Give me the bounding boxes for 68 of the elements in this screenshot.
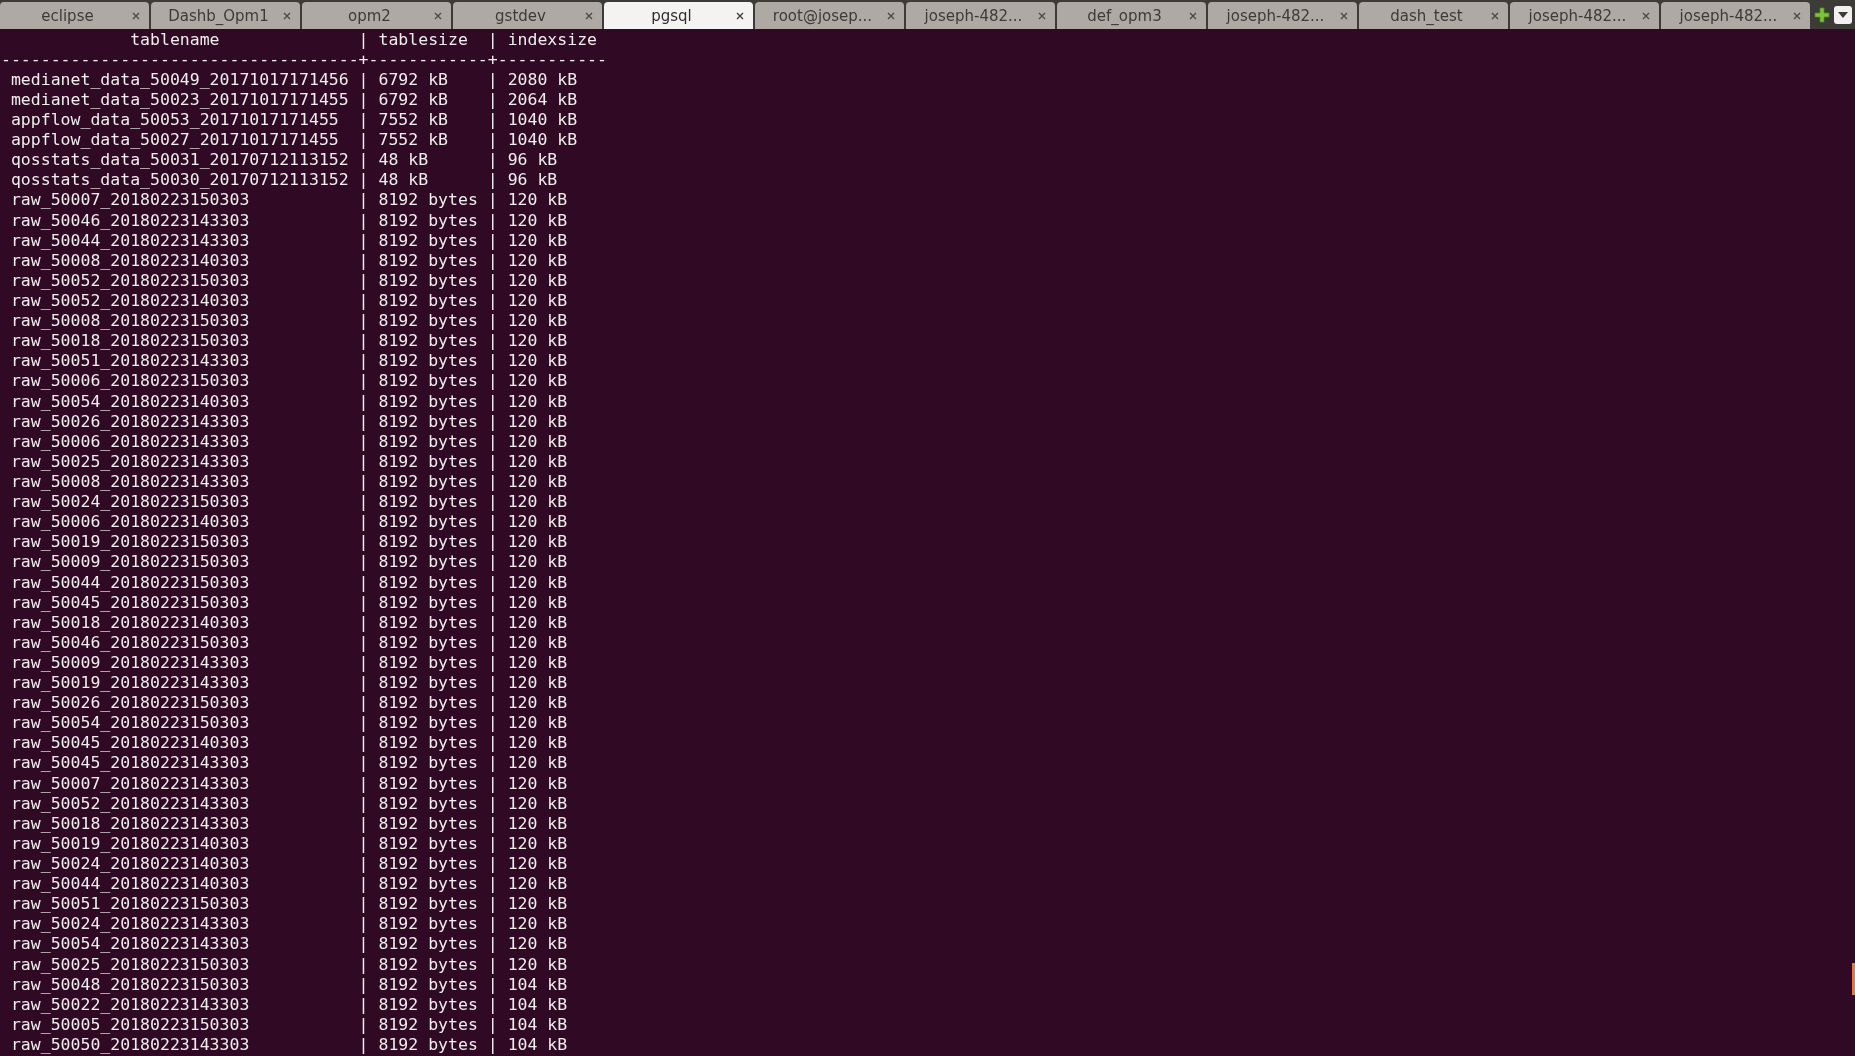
terminal-line: raw_50045_20180223143303 | 8192 bytes | 120 kB: [9, 754, 568, 772]
scroll-marker: [1852, 963, 1855, 995]
terminal-line: raw_50025_20180223143303 | 8192 bytes | 120 kB: [9, 452, 568, 470]
terminal-line: raw_50008_20180223140303 | 8192 bytes | 120 kB: [9, 251, 568, 269]
terminal-line: medianet_data_50023_20171017171455 | 6792 kB | 2064 kB: [9, 90, 578, 108]
terminal-tab[interactable]: joseph-482...: [1661, 2, 1810, 29]
close-icon[interactable]: [736, 12, 744, 20]
terminal-line: raw_50025_20180223150303 | 8192 bytes | 120 kB: [9, 955, 568, 973]
terminal-tab[interactable]: def_opm3: [1057, 2, 1206, 29]
terminal-line: raw_50024_20180223150303 | 8192 bytes | 120 kB: [9, 493, 568, 511]
terminal-line: raw_50050_20180223143303 | 8192 bytes | 104 kB: [9, 1036, 568, 1053]
terminal-line: raw_50008_20180223150303 | 8192 bytes | 120 kB: [9, 312, 568, 330]
terminal-line: raw_50018_20180223150303 | 8192 bytes | 120 kB: [9, 332, 568, 350]
terminal-tab[interactable]: eclipse: [0, 2, 149, 29]
terminal-line: raw_50044_20180223143303 | 8192 bytes | 120 kB: [9, 231, 568, 249]
terminal-line: medianet_data_50049_20171017171456 | 6792 kB | 2080 kB: [9, 70, 578, 88]
terminal-line: raw_50044_20180223150303 | 8192 bytes | 120 kB: [9, 573, 568, 591]
terminal-line: appflow_data_50053_20171017171455 | 7552 kB | 1040 kB: [9, 111, 578, 128]
terminal-line: raw_50051_20180223150303 | 8192 bytes | 120 kB: [9, 895, 568, 913]
terminal-line: raw_50019_20180223150303 | 8192 bytes | 120 kB: [9, 533, 568, 551]
terminal-line: raw_50006_20180223143303 | 8192 bytes | 120 kB: [9, 432, 568, 450]
terminal-line: raw_50009_20180223150303 | 8192 bytes | 120 kB: [9, 553, 568, 571]
terminal-line: raw_50052_20180223150303 | 8192 bytes | 120 kB: [9, 271, 568, 289]
terminal-line: raw_50018_20180223143303 | 8192 bytes | 120 kB: [9, 814, 568, 832]
terminal-line: raw_50022_20180223143303 | 8192 bytes | 104 kB: [9, 995, 568, 1013]
terminal-line: raw_50005_20180223150303 | 8192 bytes | 104 kB: [9, 1015, 568, 1033]
terminal-line: tablename | tablesize | indexsize: [129, 30, 598, 48]
terminal-line: raw_50007_20180223150303 | 8192 bytes | 120 kB: [9, 191, 568, 209]
terminal-line: raw_50045_20180223140303 | 8192 bytes | 120 kB: [9, 734, 568, 752]
terminal-line: ------------------------------------+------------+-----------: [1, 50, 607, 68]
terminal-line: raw_50026_20180223143303 | 8192 bytes | 120 kB: [9, 412, 568, 430]
terminal-tab[interactable]: joseph-482...: [1208, 2, 1357, 29]
terminal-tab[interactable]: root@josep...: [755, 2, 904, 29]
terminal-line: raw_50007_20180223143303 | 8192 bytes | 120 kB: [9, 774, 568, 792]
terminal-line: raw_50045_20180223150303 | 8192 bytes | 120 kB: [9, 593, 568, 611]
terminal-line: raw_50044_20180223140303 | 8192 bytes | 120 kB: [9, 875, 568, 893]
terminal-line: raw_50054_20180223150303 | 8192 bytes | 120 kB: [9, 714, 568, 732]
terminal-line: appflow_data_50027_20171017171455 | 7552 kB | 1040 kB: [9, 131, 578, 149]
terminal-line: raw_50046_20180223150303 | 8192 bytes | 120 kB: [9, 633, 568, 651]
terminal-tab[interactable]: opm2: [302, 2, 451, 29]
terminal-line: raw_50024_20180223143303 | 8192 bytes | 120 kB: [9, 915, 568, 933]
terminal-tab[interactable]: pgsql: [604, 2, 753, 29]
terminal-line: raw_50008_20180223143303 | 8192 bytes | 120 kB: [9, 472, 568, 490]
terminal-line: raw_50019_20180223140303 | 8192 bytes | 120 kB: [9, 834, 568, 852]
terminal-line: raw_50009_20180223143303 | 8192 bytes | 120 kB: [9, 653, 568, 671]
terminal-line: raw_50052_20180223143303 | 8192 bytes | 120 kB: [9, 794, 568, 812]
terminal-tab[interactable]: joseph-482...: [1510, 2, 1659, 29]
terminal-line: raw_50019_20180223143303 | 8192 bytes | 120 kB: [9, 674, 568, 692]
terminal-line: raw_50051_20180223143303 | 8192 bytes | 120 kB: [9, 352, 568, 370]
terminal-tab[interactable]: joseph-482...: [906, 2, 1055, 29]
terminal-line: raw_50024_20180223140303 | 8192 bytes | 120 kB: [9, 855, 568, 873]
tab-menu-button[interactable]: [1834, 5, 1852, 24]
caret-icon: [1838, 11, 1848, 18]
terminal-line: raw_50006_20180223140303 | 8192 bytes | 120 kB: [9, 513, 568, 531]
terminal-line: qosstats_data_50030_20170712113152 | 48 kB | 96 kB: [9, 171, 558, 189]
terminal-line: raw_50052_20180223140303 | 8192 bytes | 120 kB: [9, 291, 568, 309]
terminal-tab[interactable]: gstdev: [453, 2, 602, 29]
terminal-tab[interactable]: Dashb_Opm1: [151, 2, 300, 29]
terminal-line: raw_50018_20180223140303 | 8192 bytes | 120 kB: [9, 613, 568, 631]
terminal-line: raw_50048_20180223150303 | 8192 bytes | 104 kB: [9, 975, 568, 993]
terminal-line: raw_50054_20180223140303 | 8192 bytes | 120 kB: [9, 392, 568, 410]
terminal-tab[interactable]: dash_test: [1359, 2, 1508, 29]
terminal-line: raw_50006_20180223150303 | 8192 bytes | 120 kB: [9, 372, 568, 390]
terminal-line: raw_50046_20180223143303 | 8192 bytes | 120 kB: [9, 211, 568, 229]
terminal-line: qosstats_data_50031_20170712113152 | 48 kB | 96 kB: [9, 151, 558, 169]
terminal-line: raw_50026_20180223150303 | 8192 bytes | 120 kB: [9, 694, 568, 712]
terminal-line: raw_50054_20180223143303 | 8192 bytes | 120 kB: [9, 935, 568, 953]
plus-icon[interactable]: [1814, 6, 1830, 23]
